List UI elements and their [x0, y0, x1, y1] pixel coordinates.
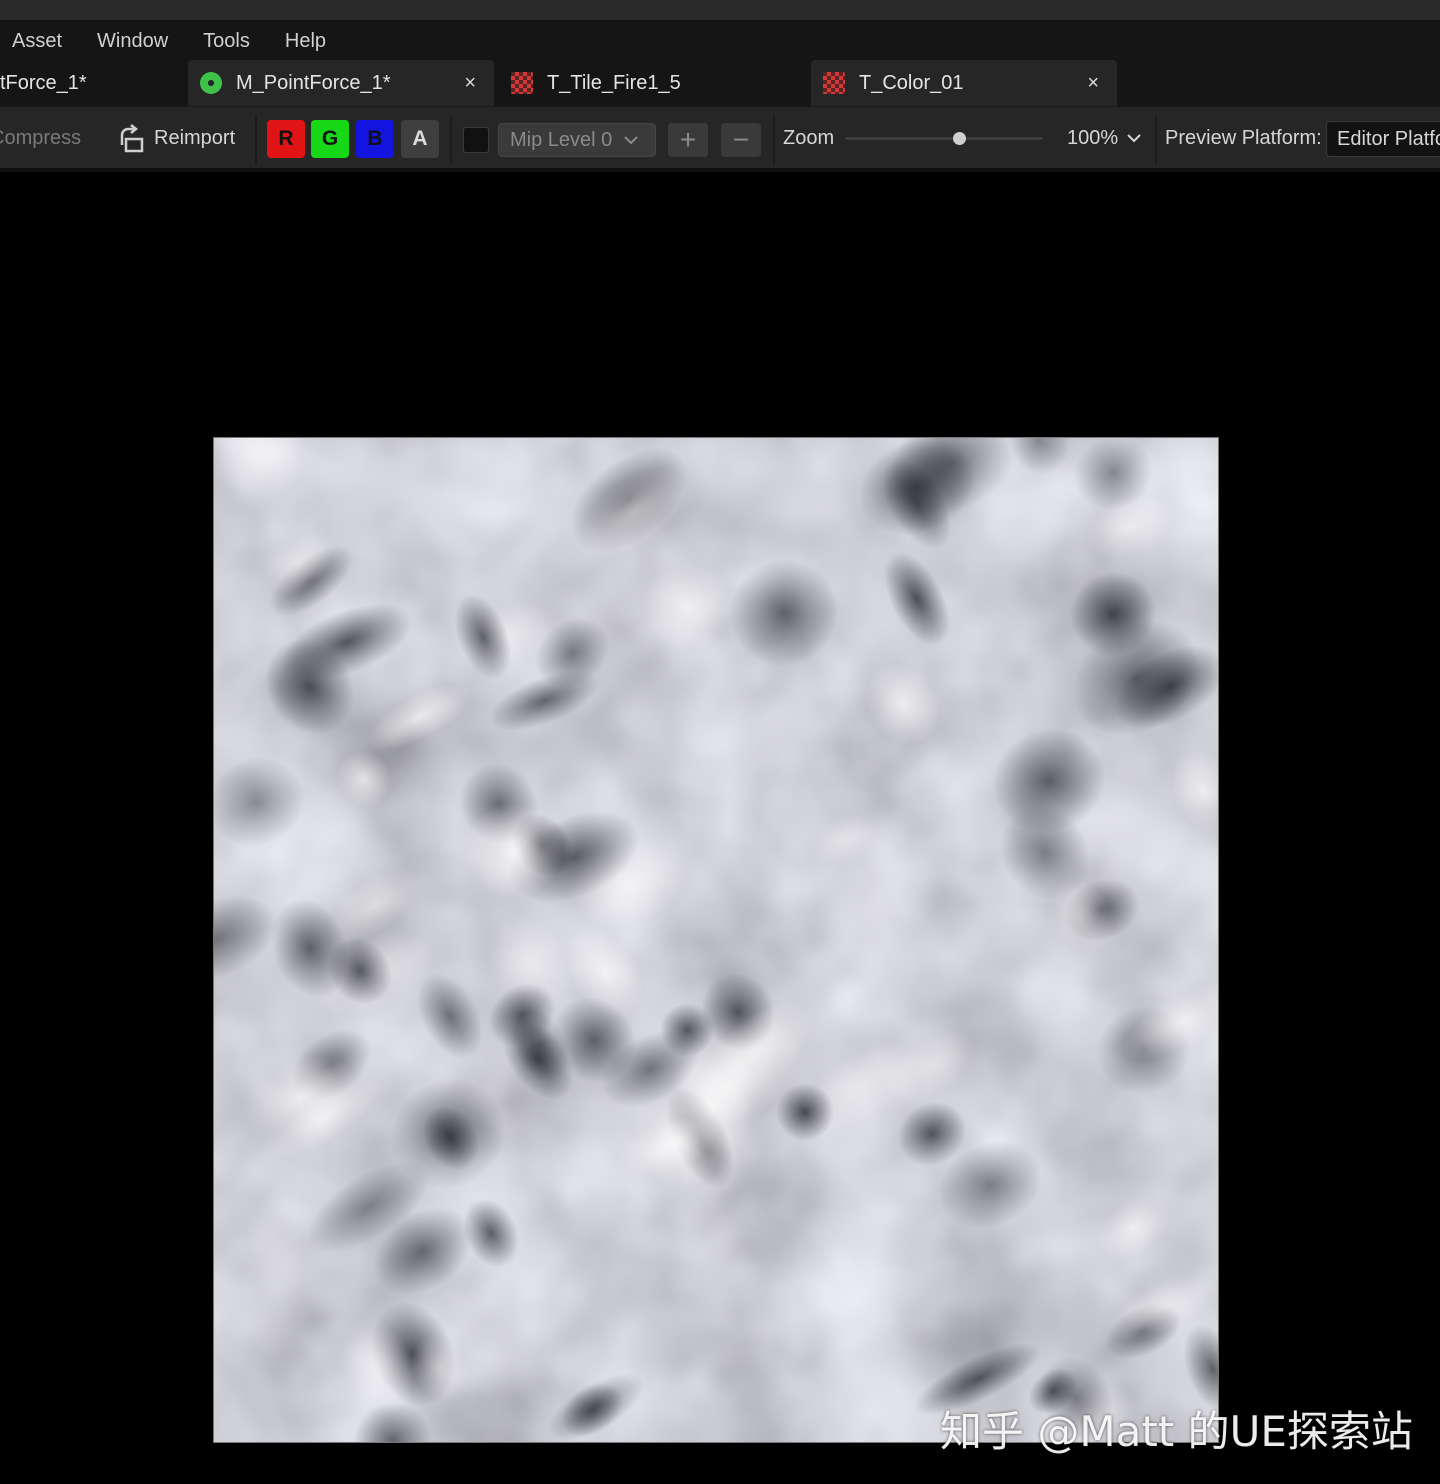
mip-level-dropdown[interactable]: Mip Level 0: [498, 123, 656, 157]
alpha-channel-toggle[interactable]: A: [401, 120, 439, 158]
mip-level-value: Mip Level 0: [510, 128, 613, 151]
watermark-text: 知乎 @Matt 的UE探索站: [940, 1407, 1413, 1456]
compress-label: Compress: [0, 126, 82, 149]
tab-t-tile-fire[interactable]: T_Tile_Fire1_5: [499, 60, 805, 106]
material-icon: [200, 72, 222, 94]
green-channel-toggle[interactable]: G: [311, 120, 349, 158]
reimport-icon: [120, 124, 144, 153]
menu-asset[interactable]: Asset: [12, 30, 62, 53]
toolbar-divider: [450, 115, 452, 165]
zoom-slider-handle[interactable]: [953, 132, 967, 145]
zoom-slider[interactable]: [845, 137, 1043, 140]
menu-help[interactable]: Help: [285, 30, 326, 53]
tab-m-pointforce[interactable]: M_PointForce_1* ×: [188, 60, 494, 106]
texture-toolbar: Compress Reimport R G B A Mip Level 0 + …: [0, 106, 1440, 172]
menu-tools[interactable]: Tools: [203, 30, 250, 53]
red-channel-toggle[interactable]: R: [267, 120, 305, 158]
toolbar-divider: [1155, 115, 1157, 165]
compress-button[interactable]: Compress: [0, 107, 81, 169]
minus-icon: −: [732, 124, 750, 155]
plus-icon: +: [679, 124, 697, 155]
tab-label: M_PointForce_1*: [236, 71, 391, 94]
tab-bar: tForce_1* M_PointForce_1* × T_Tile_Fire1…: [0, 60, 1440, 106]
tab-label: T_Color_01: [859, 71, 964, 94]
menu-bar: Asset Window Tools Help: [0, 22, 1440, 60]
tab-t-color[interactable]: T_Color_01 ×: [811, 60, 1117, 106]
mip-decrease-button[interactable]: −: [721, 123, 761, 157]
tab-label: T_Tile_Fire1_5: [547, 71, 681, 94]
chevron-down-icon: [1127, 134, 1141, 143]
texture-icon: [823, 72, 845, 94]
preview-platform-dropdown[interactable]: Editor Platform: [1326, 121, 1440, 157]
close-icon[interactable]: ×: [464, 72, 476, 95]
mip-checkbox[interactable]: [463, 127, 489, 153]
menu-window[interactable]: Window: [97, 30, 168, 53]
texture-icon: [511, 72, 533, 94]
texture-preview: [213, 437, 1219, 1443]
texture-noise-image: [214, 438, 1218, 1442]
zoom-value-dropdown[interactable]: 100%: [1067, 107, 1142, 169]
blue-channel-toggle[interactable]: B: [356, 120, 394, 158]
preview-platform-value: Editor Platform: [1337, 127, 1440, 150]
tab-pointforce-partial[interactable]: tForce_1*: [0, 60, 180, 106]
toolbar-divider: [773, 115, 775, 165]
toolbar-divider: [255, 115, 257, 165]
mip-increase-button[interactable]: +: [668, 123, 708, 157]
tab-label: tForce_1*: [0, 71, 87, 94]
zoom-value: 100%: [1067, 126, 1119, 149]
zoom-label: Zoom: [783, 126, 835, 149]
chevron-down-icon: [624, 136, 638, 145]
reimport-button[interactable]: Reimport: [116, 107, 235, 169]
close-icon[interactable]: ×: [1087, 72, 1099, 95]
reimport-label: Reimport: [154, 126, 236, 149]
title-strip: [0, 0, 1440, 22]
preview-platform-label: Preview Platform:: [1165, 126, 1322, 149]
